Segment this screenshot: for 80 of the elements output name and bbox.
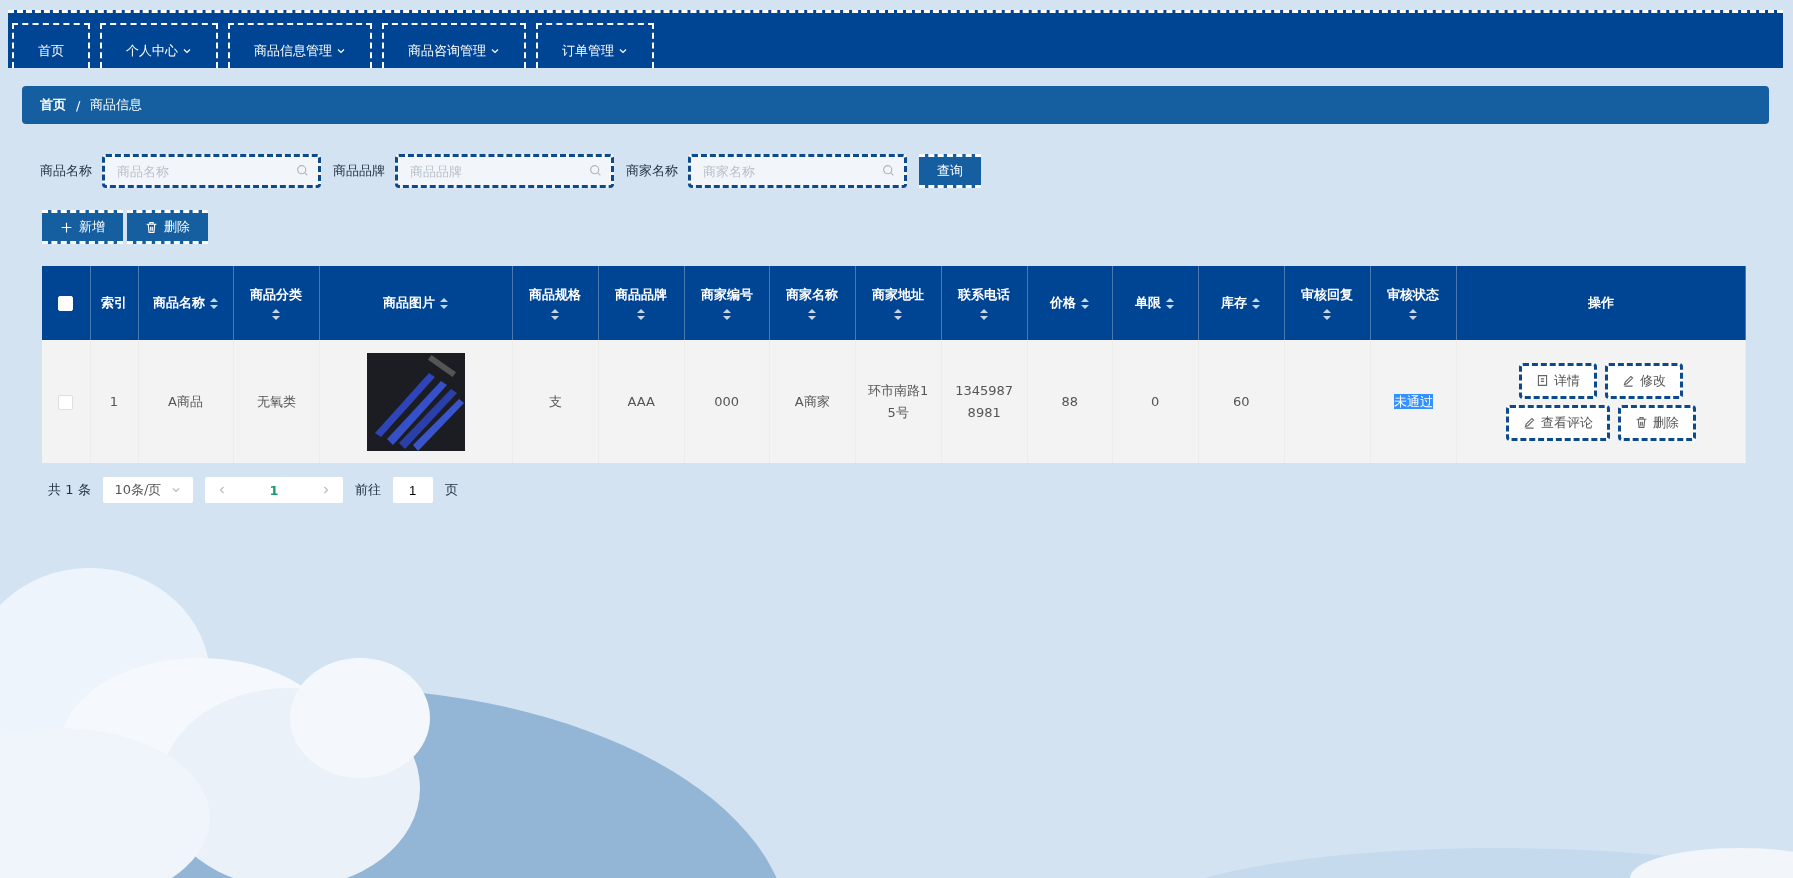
- column-header[interactable]: 商家地址: [855, 266, 942, 340]
- column-header[interactable]: 商品名称: [138, 266, 233, 340]
- column-header[interactable]: 库存: [1198, 266, 1285, 340]
- sort-icon[interactable]: [208, 296, 219, 310]
- field-label: 商家名称: [626, 162, 678, 180]
- total-count: 共 1 条: [48, 481, 91, 499]
- page-unit-label: 页: [444, 481, 458, 499]
- document-icon: [1535, 374, 1549, 387]
- row-action-button[interactable]: 删除: [1617, 404, 1696, 441]
- column-header[interactable]: 审核回复: [1284, 266, 1371, 340]
- table-cell: 支: [512, 340, 599, 463]
- field-label: 商品品牌: [333, 162, 385, 180]
- column-header[interactable]: 商品品牌: [598, 266, 685, 340]
- sort-icon[interactable]: [1251, 296, 1262, 310]
- sort-icon[interactable]: [550, 307, 561, 321]
- page-size-select[interactable]: 10条/页: [102, 477, 194, 503]
- plus-icon: [60, 220, 73, 234]
- column-header[interactable]: 商家名称: [769, 266, 856, 340]
- column-header[interactable]: 商品图片: [319, 266, 513, 340]
- sort-icon[interactable]: [1165, 296, 1176, 310]
- column-header: 操作: [1456, 266, 1746, 340]
- sort-icon[interactable]: [807, 307, 818, 321]
- pen-icon: [1522, 416, 1536, 429]
- sort-icon[interactable]: [438, 296, 449, 310]
- goto-label: 前往: [354, 481, 381, 499]
- breadcrumb-item[interactable]: 首页: [40, 96, 66, 114]
- trash-icon: [145, 220, 158, 234]
- nav-tab[interactable]: 订单管理: [536, 23, 654, 68]
- breadcrumb-separator: /: [76, 97, 81, 113]
- column-header[interactable]: 商品规格: [512, 266, 599, 340]
- row-checkbox[interactable]: [58, 394, 74, 410]
- row-action-button[interactable]: 详情: [1518, 362, 1597, 399]
- status-text: 未通过: [1393, 393, 1433, 409]
- nav-tab[interactable]: 个人中心: [100, 23, 218, 68]
- select-all-checkbox[interactable]: [58, 296, 74, 311]
- sort-icon[interactable]: [1408, 307, 1419, 321]
- sort-icon[interactable]: [271, 307, 281, 321]
- nav-tab[interactable]: 商品信息管理: [228, 23, 372, 68]
- table-cell: 环市南路15号: [855, 340, 942, 463]
- table-cell: 无氧类: [233, 340, 320, 463]
- table-cell: A商品: [138, 340, 233, 463]
- chevron-down-icon: [171, 485, 182, 495]
- column-header[interactable]: 商家编号: [684, 266, 770, 340]
- search-icon: [882, 164, 895, 177]
- breadcrumb-item: 商品信息: [90, 96, 143, 114]
- trash-icon: [1634, 416, 1648, 429]
- sort-icon[interactable]: [636, 307, 647, 321]
- sort-icon[interactable]: [979, 307, 990, 321]
- table-cell: A商家: [769, 340, 856, 463]
- row-action-button[interactable]: 修改: [1604, 362, 1683, 399]
- column-header: 索引: [90, 266, 138, 340]
- table-cell: 0: [1112, 340, 1199, 463]
- delete-button[interactable]: 删除: [127, 210, 208, 244]
- search-icon: [589, 164, 602, 177]
- sort-icon[interactable]: [1079, 296, 1090, 310]
- table-cell: 1: [90, 340, 138, 463]
- search-field[interactable]: 商家名称: [688, 154, 907, 188]
- page-number[interactable]: 1: [237, 482, 311, 498]
- nav-tab[interactable]: 商品咨询管理: [382, 23, 526, 68]
- column-header[interactable]: 价格: [1027, 266, 1113, 340]
- sort-icon[interactable]: [721, 307, 732, 321]
- table-cell: 000: [684, 340, 770, 463]
- sort-icon[interactable]: [893, 307, 904, 321]
- page-input[interactable]: 1: [392, 477, 433, 503]
- pen-icon: [1621, 374, 1635, 387]
- column-header[interactable]: 单限: [1112, 266, 1199, 340]
- add-button[interactable]: 新增: [42, 210, 123, 244]
- field-label: 商品名称: [40, 162, 92, 180]
- table-cell: 60: [1198, 340, 1285, 463]
- table-cell: 13459878981: [941, 340, 1028, 463]
- nav-tab[interactable]: 首页: [12, 23, 90, 68]
- column-header[interactable]: 联系电话: [941, 266, 1028, 340]
- sort-icon[interactable]: [1322, 307, 1333, 321]
- query-button[interactable]: 查询: [919, 154, 981, 188]
- column-header[interactable]: 商品分类: [233, 266, 320, 340]
- table-cell: AAA: [598, 340, 685, 463]
- row-action-button[interactable]: 查看评论: [1505, 404, 1610, 441]
- table-cell: 88: [1027, 340, 1113, 463]
- column-header[interactable]: 审核状态: [1370, 266, 1457, 340]
- search-icon: [296, 164, 309, 177]
